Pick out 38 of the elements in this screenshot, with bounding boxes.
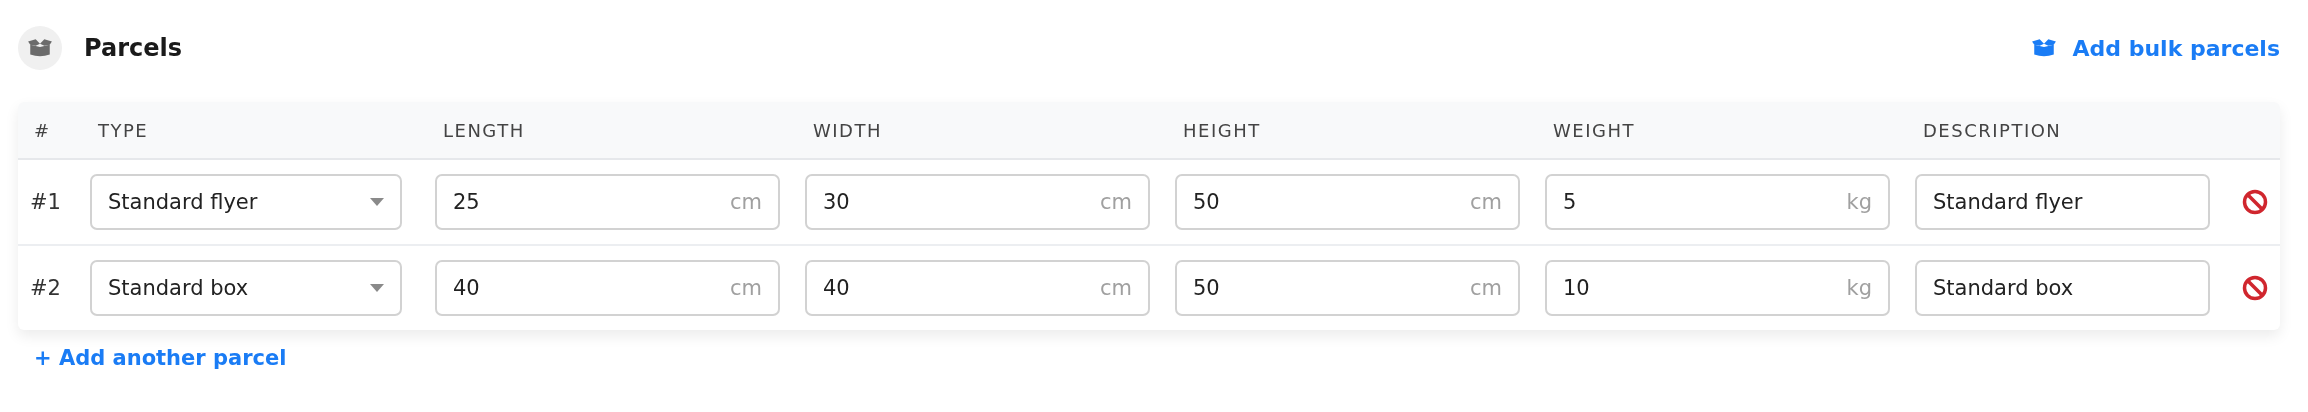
description-field[interactable]: Standard flyer bbox=[1915, 174, 2210, 230]
unit-label: cm bbox=[730, 190, 762, 214]
unit-label: cm bbox=[1100, 276, 1132, 300]
measure-field[interactable]: 25 cm bbox=[435, 174, 780, 230]
measure-field[interactable]: 30 cm bbox=[805, 174, 1150, 230]
type-select[interactable]: Standard box bbox=[90, 260, 402, 316]
add-bulk-parcels-button[interactable]: Add bulk parcels bbox=[2030, 35, 2280, 61]
measure-field[interactable]: 50 cm bbox=[1175, 260, 1520, 316]
type-select[interactable]: Standard flyer bbox=[90, 174, 402, 230]
measure-field[interactable]: 5 kg bbox=[1545, 174, 1890, 230]
boxes-icon bbox=[2030, 38, 2057, 58]
row-number: #1 bbox=[30, 190, 62, 214]
caret-icon bbox=[370, 284, 384, 292]
row-number: #2 bbox=[30, 276, 62, 300]
unit-label: cm bbox=[730, 276, 762, 300]
column-header: LENGTH bbox=[442, 119, 526, 141]
box-icon bbox=[27, 38, 53, 58]
column-header: DESCRIPTION bbox=[1922, 119, 2063, 141]
column-header: # bbox=[33, 119, 52, 141]
section-title: Parcels bbox=[84, 34, 182, 62]
caret-icon bbox=[370, 198, 384, 206]
measure-field[interactable]: 10 kg bbox=[1545, 260, 1890, 316]
description-field[interactable]: Standard box bbox=[1915, 260, 2210, 316]
column-header: WEIGHT bbox=[1552, 119, 1636, 141]
remove-icon[interactable] bbox=[2241, 188, 2269, 216]
unit-label: kg bbox=[1846, 190, 1872, 214]
column-header: HEIGHT bbox=[1182, 119, 1262, 141]
column-header: WIDTH bbox=[812, 119, 883, 141]
measure-field[interactable]: 50 cm bbox=[1175, 174, 1520, 230]
unit-label: cm bbox=[1470, 276, 1502, 300]
measure-field[interactable]: 40 cm bbox=[435, 260, 780, 316]
unit-label: kg bbox=[1846, 276, 1872, 300]
measure-field[interactable]: 40 cm bbox=[805, 260, 1150, 316]
remove-icon[interactable] bbox=[2241, 274, 2269, 302]
unit-label: cm bbox=[1100, 190, 1132, 214]
unit-label: cm bbox=[1470, 190, 1502, 214]
add-parcel-link[interactable]: + Add another parcel bbox=[34, 346, 287, 370]
column-header: TYPE bbox=[97, 119, 150, 141]
